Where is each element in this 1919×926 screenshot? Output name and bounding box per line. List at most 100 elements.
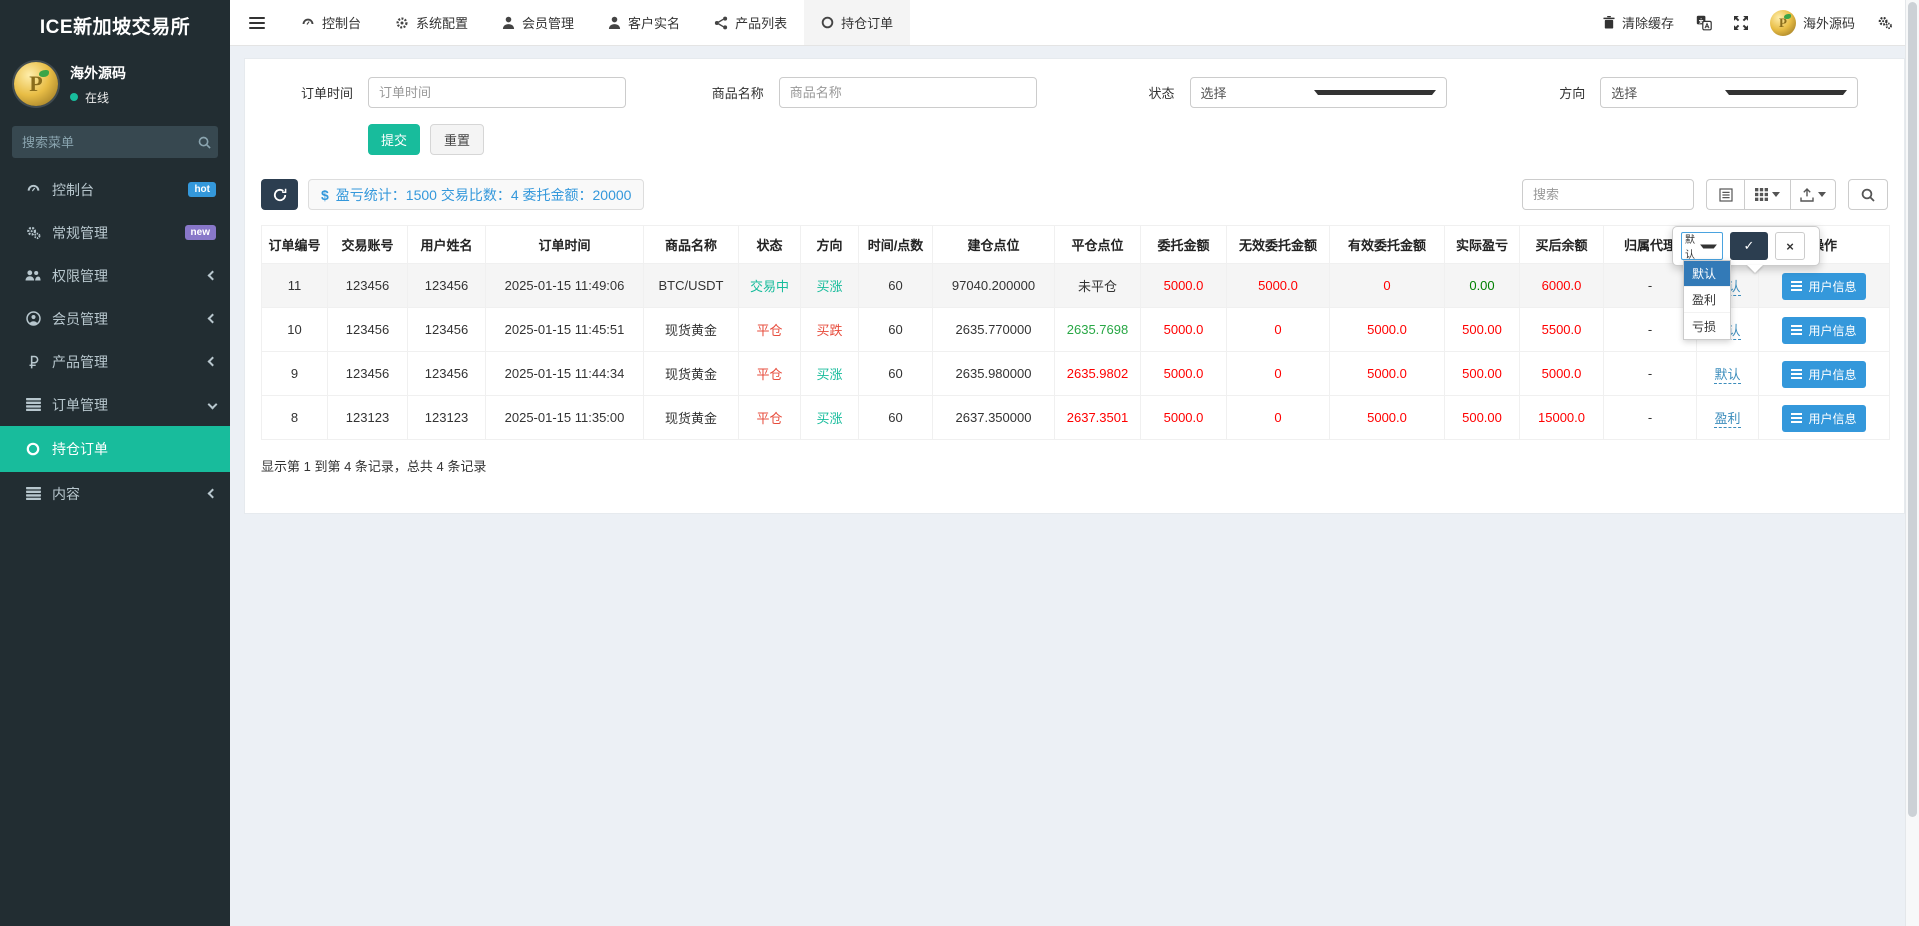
- chevron-down-icon: [207, 399, 218, 410]
- popover-cancel-button[interactable]: ×: [1775, 232, 1805, 260]
- caret-down-icon: [1772, 192, 1780, 197]
- hot-badge: hot: [188, 182, 216, 197]
- dollar-icon: $: [321, 186, 329, 203]
- chevron-left-icon: [207, 313, 218, 324]
- clear-cache-button[interactable]: 清除缓存: [1603, 13, 1674, 32]
- tab-dashboard[interactable]: 控制台: [284, 0, 378, 45]
- product-name-input[interactable]: [778, 77, 1037, 108]
- user-info-button[interactable]: 用户信息: [1782, 272, 1866, 300]
- column-header: 订单编号: [261, 225, 328, 264]
- dropdown-option-profit[interactable]: 盈利: [1684, 287, 1730, 313]
- column-header: 平仓点位: [1054, 225, 1141, 264]
- sidebar-menu: 控制台 hot 常规管理 new 权限管理 会员管理 产品管理 订单管理 持仓订…: [0, 168, 230, 515]
- column-header: 交易账号: [327, 225, 408, 264]
- dropdown-option-loss[interactable]: 亏损: [1684, 313, 1730, 339]
- tab-system-config[interactable]: 系统配置: [378, 0, 485, 45]
- list-icon: [1791, 281, 1803, 292]
- user-info-button[interactable]: 用户信息: [1782, 360, 1866, 388]
- column-header: 商品名称: [643, 225, 739, 264]
- gear-icon: [395, 16, 409, 30]
- user-status: 在线: [85, 90, 110, 105]
- chevron-left-icon: [207, 356, 218, 367]
- column-header: 委托金额: [1140, 225, 1227, 264]
- sidebar-item-members[interactable]: 会员管理: [0, 297, 230, 340]
- sidebar-item-permissions[interactable]: 权限管理: [0, 254, 230, 297]
- trash-icon: [1603, 16, 1615, 29]
- column-header: 买后余额: [1519, 225, 1604, 264]
- check-icon: ✓: [1743, 238, 1755, 253]
- list-icon: [1791, 369, 1803, 380]
- list-icon: [24, 487, 42, 500]
- scrollbar-thumb[interactable]: [1908, 2, 1917, 817]
- popover-confirm-button[interactable]: ✓: [1730, 232, 1768, 260]
- direction-label: 方向: [1559, 86, 1586, 101]
- brand-title[interactable]: ICE新加坡交易所: [0, 0, 230, 50]
- main-area: 控制台 系统配置 会员管理 客户实名 产品列表 持仓订单 清除缓存 P 海外源码…: [230, 0, 1919, 926]
- status-select[interactable]: 选择: [1189, 77, 1448, 108]
- table-row: 9 123456 123456 2025-01-15 11:44:34 现货黄金 平仓 买涨…: [261, 351, 1890, 396]
- detail-view-button[interactable]: [1706, 179, 1744, 210]
- columns-button[interactable]: [1744, 179, 1790, 210]
- sidebar-item-general[interactable]: 常规管理 new: [0, 211, 230, 254]
- online-status-icon: [70, 93, 78, 101]
- tab-customer-kyc[interactable]: 客户实名: [591, 0, 697, 45]
- content-area: 订单时间 商品名称 状态 选择 方: [230, 46, 1919, 926]
- grid-icon: [1755, 188, 1768, 201]
- gauge-icon: [24, 182, 42, 197]
- popover-select[interactable]: 默认: [1681, 232, 1723, 260]
- table-search-input[interactable]: [1522, 179, 1694, 210]
- submit-button[interactable]: 提交: [368, 124, 421, 155]
- column-header: 状态: [738, 225, 801, 264]
- product-name-label: 商品名称: [711, 86, 764, 101]
- circle-icon: [24, 442, 42, 456]
- column-header: 订单时间: [485, 225, 644, 264]
- search-icon[interactable]: [198, 136, 211, 149]
- sidebar-item-content[interactable]: 内容: [0, 472, 230, 515]
- sidebar-item-dashboard[interactable]: 控制台 hot: [0, 168, 230, 211]
- hamburger-menu-icon[interactable]: [230, 0, 284, 45]
- sidebar-item-orders[interactable]: 订单管理: [0, 383, 230, 426]
- translate-button[interactable]: [1696, 15, 1712, 31]
- sidebar-item-products[interactable]: 产品管理: [0, 340, 230, 383]
- fullscreen-button[interactable]: [1733, 15, 1748, 30]
- user-menu[interactable]: 海外源码: [1769, 9, 1855, 36]
- status-label: 状态: [1148, 86, 1175, 101]
- circle-icon: [821, 16, 834, 29]
- column-header: 用户姓名: [407, 225, 486, 264]
- sidebar-search: [12, 126, 218, 158]
- stats-text: 盈亏统计：1500 交易比数：4 委托金额：20000: [335, 186, 632, 203]
- chevron-left-icon: [207, 270, 218, 281]
- export-button[interactable]: [1790, 179, 1836, 210]
- direction-select[interactable]: 选择: [1600, 77, 1858, 108]
- tab-members[interactable]: 会员管理: [485, 0, 591, 45]
- settings-button[interactable]: [1877, 15, 1893, 30]
- gears-icon: [1877, 15, 1893, 30]
- column-header: 方向: [800, 225, 859, 264]
- tab-position-orders[interactable]: 持仓订单: [804, 0, 911, 45]
- sidebar-search-input[interactable]: [22, 134, 198, 150]
- refresh-button[interactable]: [261, 179, 298, 210]
- search-button[interactable]: [1848, 179, 1888, 210]
- order-time-input[interactable]: [368, 77, 626, 108]
- avatar: [1769, 9, 1796, 36]
- popover-select-dropdown: 默认 盈利 亏损: [1683, 260, 1731, 340]
- profit-type-link[interactable]: 默认: [1714, 367, 1741, 384]
- column-header: 时间/点数: [858, 225, 933, 264]
- page-scrollbar[interactable]: [1905, 0, 1919, 926]
- caret-down-icon: [1700, 244, 1717, 248]
- user-info-button[interactable]: 用户信息: [1782, 404, 1866, 432]
- table-row: 10 123456 123456 2025-01-15 11:45:51 现货黄金 平仓买…: [261, 307, 1890, 352]
- reset-button[interactable]: 重置: [430, 124, 485, 155]
- dropdown-option-default[interactable]: 默认: [1684, 261, 1730, 287]
- tab-product-list[interactable]: 产品列表: [697, 0, 804, 45]
- sidebar-item-position-orders[interactable]: 持仓订单: [0, 426, 230, 472]
- avatar: [14, 62, 58, 106]
- detail-view-icon: [1718, 187, 1733, 202]
- search-icon: [1861, 188, 1875, 202]
- profit-type-link[interactable]: 盈利: [1714, 411, 1741, 428]
- users-icon: [24, 269, 42, 282]
- app-root: ICE新加坡交易所 海外源码 在线 控制台 hot: [0, 0, 1919, 926]
- user-panel: 海外源码 在线: [0, 50, 230, 120]
- user-info-button[interactable]: 用户信息: [1782, 316, 1866, 344]
- gears-icon: [24, 225, 42, 240]
